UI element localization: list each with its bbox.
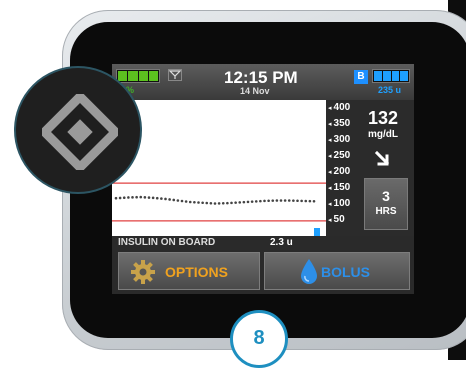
cgm-point xyxy=(172,198,176,202)
step-number-badge: 8 xyxy=(230,310,288,368)
antenna-icon xyxy=(168,69,182,81)
iob-label: INSULIN ON BOARD xyxy=(118,237,216,248)
scale-tick: 50 xyxy=(328,214,345,225)
timeframe-button[interactable]: 3 HRS xyxy=(364,178,408,230)
cgm-point xyxy=(304,199,308,203)
status-bar: 70% 12:15 PM 14 Nov B 235 u xyxy=(112,64,414,100)
cgm-point xyxy=(283,199,287,202)
cgm-point xyxy=(230,201,233,205)
cgm-point xyxy=(292,199,295,202)
cgm-point xyxy=(217,202,221,205)
cgm-point xyxy=(234,201,237,204)
cgm-point xyxy=(312,199,316,203)
cgm-point xyxy=(139,195,143,199)
cgm-point xyxy=(131,196,134,199)
clock-date: 14 Nov xyxy=(240,86,270,96)
iob-value: 2.3 u xyxy=(270,237,293,248)
cgm-point xyxy=(242,200,246,204)
cgm-point xyxy=(193,200,196,204)
cgm-point xyxy=(267,199,270,203)
timeframe-label: HRS xyxy=(375,206,397,217)
scale-tick: 350 xyxy=(328,118,351,129)
glucose-scale: 400 350 300 250 200 150 100 50 xyxy=(326,100,356,236)
cgm-point xyxy=(127,196,130,199)
insulin-drop-icon xyxy=(301,259,317,284)
pump-screen: 70% 12:15 PM 14 Nov B 235 u 400 350 300 … xyxy=(112,64,414,294)
cgm-point xyxy=(122,196,126,200)
cgm-point xyxy=(296,199,299,203)
clock-time: 12:15 PM xyxy=(224,68,298,87)
scale-tick: 400 xyxy=(328,102,351,113)
current-time-marker xyxy=(314,228,320,236)
gear-icon xyxy=(131,260,155,284)
options-label: OPTIONS xyxy=(165,264,229,280)
cgm-point xyxy=(135,195,138,199)
options-button[interactable]: OPTIONS xyxy=(118,252,260,290)
diamond-icon xyxy=(42,94,118,170)
cgm-point xyxy=(254,200,258,203)
scale-tick: 200 xyxy=(328,166,351,177)
cgm-point xyxy=(155,196,159,200)
cgm-point xyxy=(151,196,155,200)
cgm-graph-svg xyxy=(112,182,326,236)
cgm-point xyxy=(275,199,279,202)
arrow-down-right-icon xyxy=(374,150,390,166)
cgm-point xyxy=(197,201,200,204)
cgm-point xyxy=(114,196,118,200)
insulin-on-board-bar: INSULIN ON BOARD 2.3 u xyxy=(112,236,414,250)
cgm-point xyxy=(279,199,283,202)
cgm-point xyxy=(188,200,192,204)
scale-tick: 300 xyxy=(328,134,351,145)
battery-icon xyxy=(116,69,160,83)
scale-tick: 150 xyxy=(328,182,351,193)
bolus-label: BOLUS xyxy=(321,264,370,280)
cgm-point xyxy=(308,199,312,203)
glucose-value: 132 xyxy=(368,108,399,128)
cgm-trace xyxy=(114,195,316,205)
cgm-point xyxy=(238,201,242,204)
cgm-point xyxy=(271,199,275,202)
home-button-callout[interactable] xyxy=(14,66,142,194)
cgm-point xyxy=(147,196,151,199)
insulin-units: 235 u xyxy=(378,85,402,95)
bolus-button[interactable]: BOLUS xyxy=(264,252,410,290)
cgm-point xyxy=(287,199,291,202)
cgm-point xyxy=(209,201,213,205)
cgm-point xyxy=(226,201,229,205)
cgm-point xyxy=(143,196,147,199)
cgm-point xyxy=(205,201,209,205)
cgm-point xyxy=(201,201,204,205)
insulin-reservoir-icon xyxy=(372,69,410,83)
cgm-point xyxy=(250,200,254,203)
cgm-point xyxy=(184,200,188,203)
bolus-active-badge: B xyxy=(354,70,368,84)
cgm-point xyxy=(259,199,262,203)
cgm-graph xyxy=(112,100,326,236)
cgm-point xyxy=(118,196,122,200)
cgm-point xyxy=(164,197,167,201)
scale-tick: 250 xyxy=(328,150,351,161)
cgm-point xyxy=(263,199,266,203)
cgm-point xyxy=(213,202,217,205)
timeframe-hours: 3 xyxy=(382,188,390,204)
cgm-point xyxy=(160,197,163,200)
scale-tick: 100 xyxy=(328,198,351,209)
cgm-point xyxy=(176,199,180,202)
cgm-point xyxy=(246,200,250,204)
cgm-point xyxy=(168,198,171,201)
cgm-point xyxy=(180,199,184,203)
cgm-point xyxy=(300,199,303,203)
glucose-unit: mg/dL xyxy=(368,129,398,140)
cgm-point xyxy=(221,201,225,205)
